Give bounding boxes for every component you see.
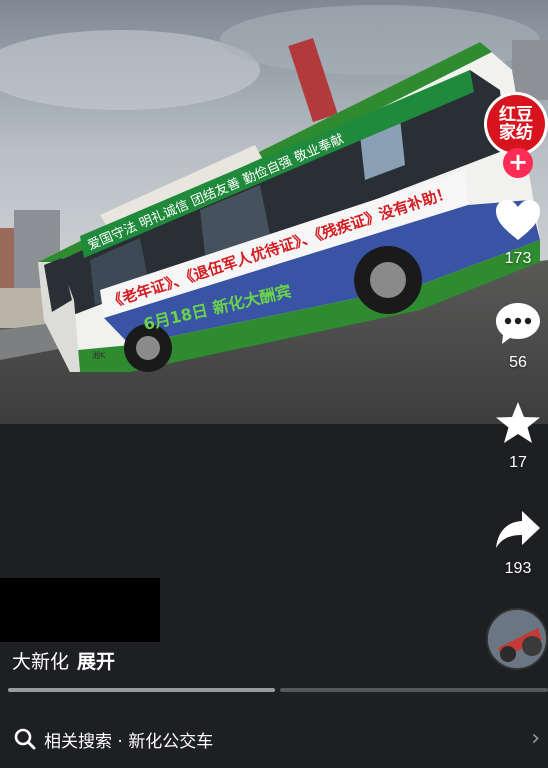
- chevron-right-icon: ›: [531, 726, 540, 751]
- comment-icon: [496, 303, 540, 344]
- caption-text: 大新化: [12, 651, 70, 673]
- bus-plate: 湘K: [92, 350, 106, 360]
- heart-icon: [496, 200, 540, 240]
- related-search-label: 相关搜索 · 新化公交车: [44, 731, 214, 752]
- share-arrow-icon: [496, 511, 540, 548]
- comment-count: 56: [509, 354, 527, 371]
- favorite-count: 17: [509, 454, 527, 471]
- author-avatar[interactable]: 红豆 家纺: [484, 92, 548, 156]
- star-icon: [496, 402, 540, 443]
- share-button[interactable]: 193: [488, 508, 548, 578]
- favorite-button[interactable]: 17: [488, 400, 548, 472]
- like-button[interactable]: 173: [488, 198, 548, 268]
- video-caption[interactable]: 大新化 展开: [12, 647, 115, 674]
- search-icon: [14, 728, 36, 750]
- progress-segment-1: [8, 688, 275, 692]
- bus-photo: 爱国守法 明礼诚信 团结友善 勤俭自强 敬业奉献 《老年证》、《退伍军人优待证》…: [0, 0, 548, 424]
- video-progress-bar[interactable]: [8, 688, 548, 692]
- like-count: 173: [504, 250, 532, 267]
- brand-logo: 红豆 家纺: [487, 95, 545, 153]
- progress-segment-2: [280, 688, 548, 692]
- music-disc[interactable]: [486, 608, 548, 670]
- follow-button[interactable]: +: [503, 148, 533, 178]
- brand-line-1: 红豆: [499, 105, 533, 125]
- video-frame[interactable]: 爱国守法 明礼诚信 团结友善 勤俭自强 敬业奉献 《老年证》、《退伍军人优待证》…: [0, 0, 548, 424]
- comment-button[interactable]: 56: [488, 300, 548, 372]
- expand-button[interactable]: 展开: [77, 651, 115, 673]
- author-name-redacted[interactable]: [0, 578, 160, 642]
- share-count: 193: [504, 560, 532, 577]
- brand-line-2: 家纺: [499, 123, 533, 143]
- related-search-bar[interactable]: 相关搜索 · 新化公交车 ›: [0, 710, 548, 768]
